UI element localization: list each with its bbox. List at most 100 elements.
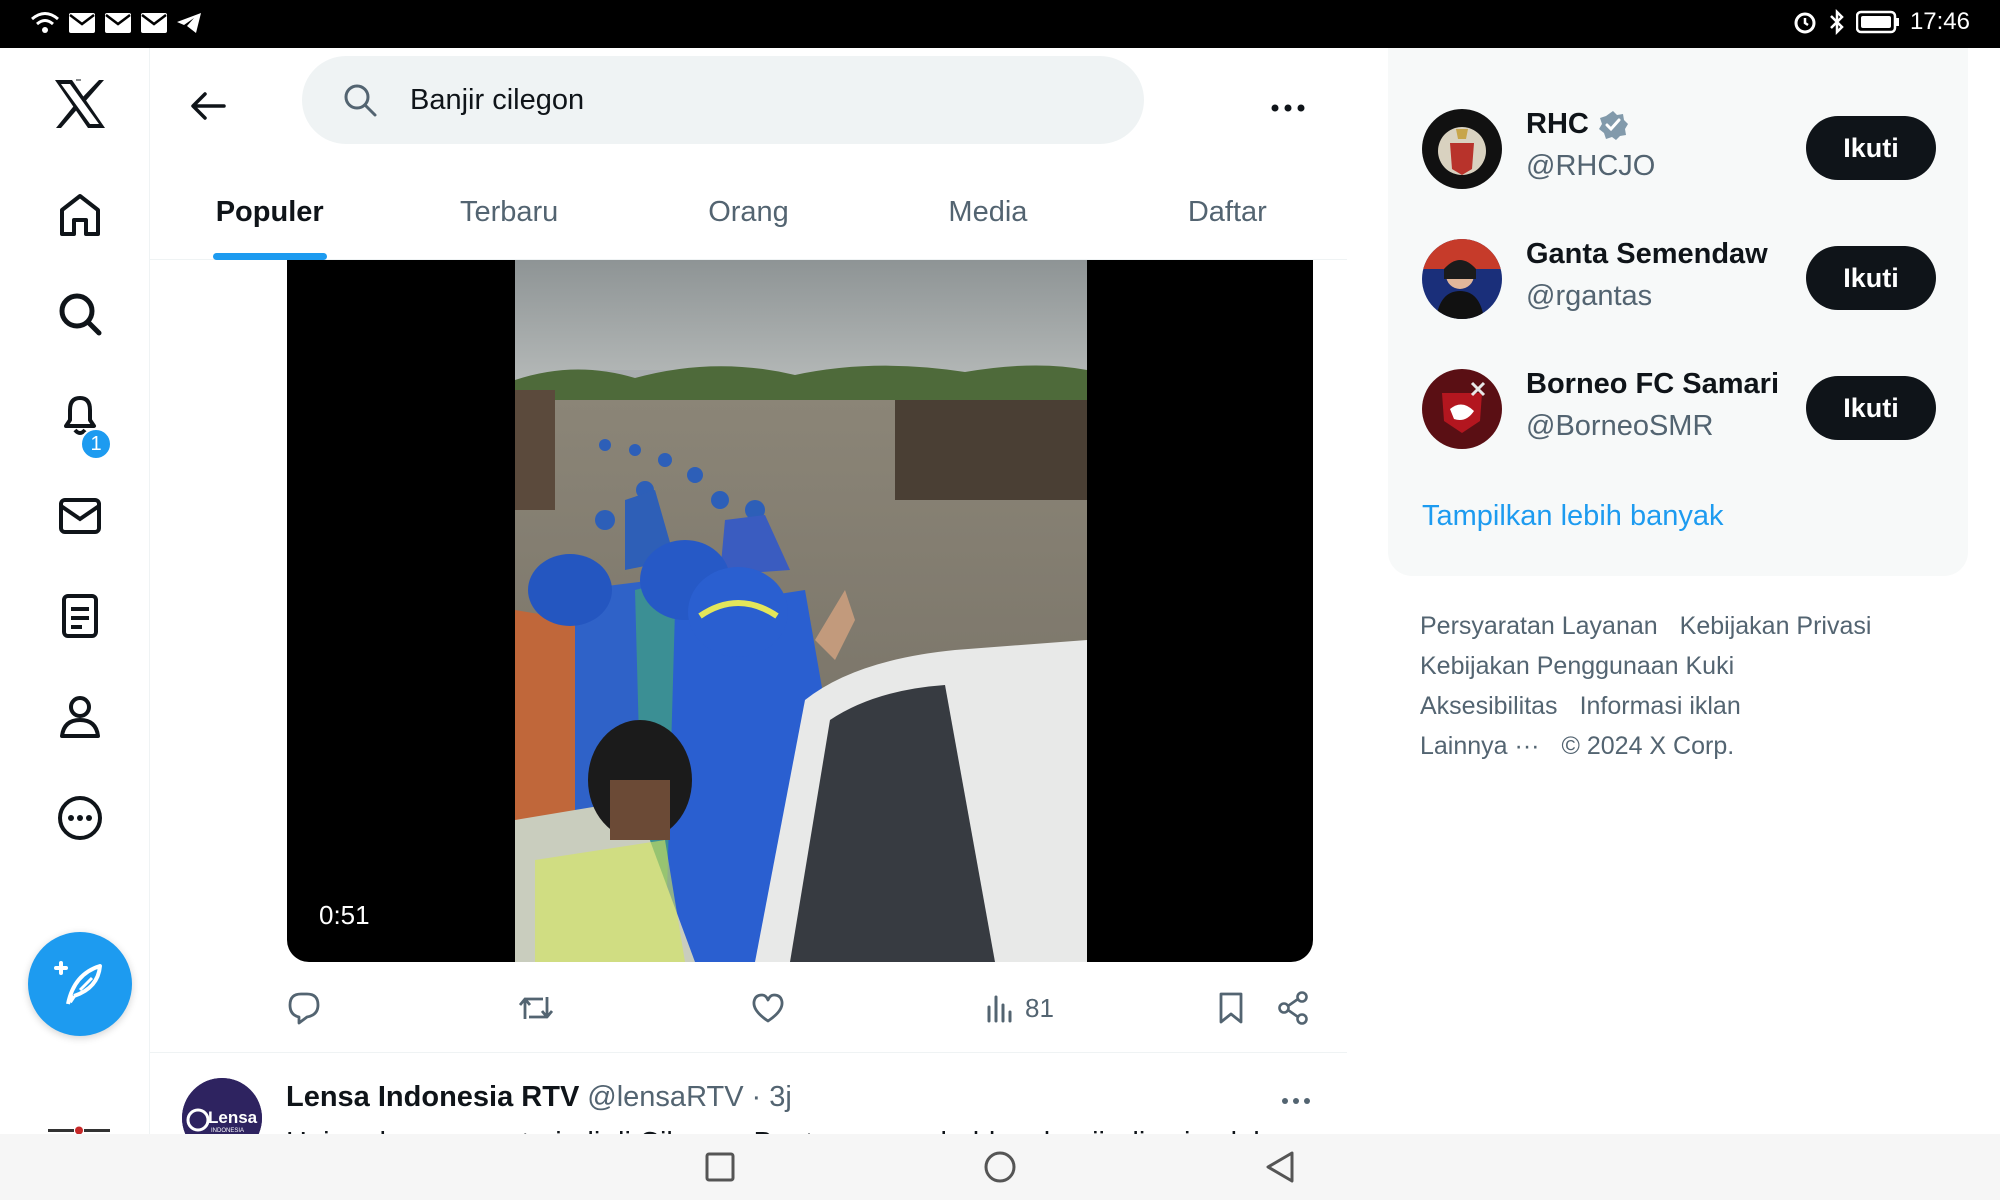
account-name: Borneo FC Samari <box>1526 368 1779 400</box>
like-button[interactable] <box>751 980 785 1036</box>
home-nav-button[interactable] <box>960 1134 1040 1200</box>
views-chart-icon <box>987 995 1012 1023</box>
x-logo-icon[interactable] <box>40 64 120 144</box>
avatar[interactable] <box>1422 239 1502 319</box>
meta-separator: · <box>751 1081 762 1113</box>
follow-suggestion[interactable]: Borneo FC Samari @BorneoSMR Ikuti <box>1422 364 1952 454</box>
avatar-brand-text: Lensa <box>208 1108 258 1127</box>
who-to-follow-panel: RHC @RHCJO Ikuti Ganta Semendaw @rgantas… <box>1388 48 1968 576</box>
more-icon[interactable] <box>40 778 120 858</box>
profile-icon[interactable] <box>40 676 120 756</box>
active-tab-indicator <box>212 253 327 260</box>
reply-button[interactable] <box>287 980 321 1036</box>
account-name: RHC <box>1526 108 1629 141</box>
repost-icon <box>518 997 554 1019</box>
tab-terbaru[interactable]: Terbaru <box>389 164 628 260</box>
back-triangle-icon <box>1266 1151 1294 1183</box>
repost-button[interactable] <box>517 980 555 1036</box>
status-bar: 17:46 <box>0 0 2000 48</box>
wifi-icon <box>31 12 59 33</box>
heart-icon <box>752 993 784 1023</box>
footer-link-accessibility[interactable]: Aksesibilitas <box>1420 692 1558 720</box>
footer-link-cookies[interactable]: Kebijakan Penggunaan Kuki <box>1420 652 1734 680</box>
follow-button[interactable]: Ikuti <box>1806 246 1936 310</box>
tab-label: Populer <box>215 195 324 228</box>
tab-label: Media <box>948 195 1028 228</box>
back-button[interactable] <box>180 78 236 134</box>
home-circle-icon <box>984 1151 1016 1183</box>
mail-icon <box>69 13 95 33</box>
tab-daftar[interactable]: Daftar <box>1108 164 1347 260</box>
avatar[interactable] <box>1422 109 1502 189</box>
more-horizontal-icon <box>1282 1098 1310 1104</box>
footer-link-terms[interactable]: Persyaratan Layanan <box>1420 612 1658 640</box>
footer-copyright: © 2024 X Corp. <box>1561 732 1735 760</box>
mail-icon <box>105 13 131 33</box>
tweet-time[interactable]: 3j <box>769 1081 792 1114</box>
search-options-button[interactable] <box>1260 80 1316 136</box>
tweet-more-button[interactable] <box>1272 1081 1320 1121</box>
notification-badge: 1 <box>80 428 112 460</box>
footer-link-more[interactable]: Lainnya ··· <box>1420 732 1540 760</box>
tab-populer[interactable]: Populer <box>150 164 389 260</box>
bluetooth-icon <box>1830 9 1844 35</box>
video-thumbnail-flood <box>515 260 1087 962</box>
video-duration: 0:51 <box>319 900 370 930</box>
search-query: Banjir cilegon <box>410 83 585 116</box>
bookmark-icon <box>1219 992 1243 1024</box>
footer-link-ads-info[interactable]: Informasi iklan <box>1580 692 1741 720</box>
sidebar-nav: 1 <box>0 48 150 1135</box>
back-nav-button[interactable] <box>1240 1134 1320 1200</box>
avatar[interactable] <box>1422 369 1502 449</box>
account-name-text: RHC <box>1526 108 1589 140</box>
account-handle: @RHCJO <box>1526 150 1656 182</box>
search-icon <box>340 80 380 120</box>
tab-orang[interactable]: Orang <box>629 164 868 260</box>
compose-post-button[interactable] <box>28 932 132 1036</box>
author-handle[interactable]: @lensaRTV <box>587 1081 743 1114</box>
mail-icon <box>141 13 167 33</box>
follow-suggestion[interactable]: RHC @RHCJO Ikuti <box>1422 104 1952 194</box>
share-icon <box>1278 991 1308 1025</box>
system-navigation-bar <box>0 1134 2000 1200</box>
account-handle: @rgantas <box>1526 280 1653 312</box>
status-right-icons: 17:46 <box>1792 8 1970 36</box>
home-icon[interactable] <box>40 174 120 254</box>
author-name[interactable]: Lensa Indonesia RTV <box>286 1081 579 1114</box>
back-arrow-icon <box>191 92 226 120</box>
telegram-icon <box>177 13 201 33</box>
follow-button[interactable]: Ikuti <box>1806 376 1936 440</box>
account-handle: @BorneoSMR <box>1526 410 1714 442</box>
tweet-actions: 81 <box>287 980 1313 1036</box>
messages-icon[interactable] <box>40 476 120 556</box>
share-button[interactable] <box>1277 980 1309 1036</box>
views-count: 81 <box>1025 992 1054 1023</box>
reply-icon <box>288 992 320 1025</box>
status-left-icons <box>30 10 202 36</box>
more-horizontal-icon <box>1271 104 1305 112</box>
recents-square-icon <box>705 1152 735 1182</box>
tweet-item[interactable]: Lensa INDONESIA Lensa Indonesia RTV @len… <box>150 1053 1347 1135</box>
status-time: 17:46 <box>1909 8 1970 35</box>
footer-links: Persyaratan Layanan Kebijakan Privasi Keb… <box>1420 606 1940 766</box>
avatar[interactable]: Lensa INDONESIA <box>182 1078 262 1135</box>
recents-button[interactable] <box>680 1134 760 1200</box>
tweet-header: Lensa Indonesia RTV @lensaRTV · 3j <box>286 1081 792 1114</box>
search-tabs: Populer Terbaru Orang Media Daftar <box>150 164 1347 260</box>
footer-link-privacy[interactable]: Kebijakan Privasi <box>1680 612 1872 640</box>
tab-label: Terbaru <box>459 195 559 228</box>
follow-button[interactable]: Ikuti <box>1806 116 1936 180</box>
views-button[interactable]: 81 <box>985 980 1054 1036</box>
lists-icon[interactable] <box>40 576 120 656</box>
tab-media[interactable]: Media <box>868 164 1107 260</box>
verified-badge-icon <box>1598 110 1628 140</box>
tweet-video-player[interactable]: 0:51 <box>287 260 1313 962</box>
bookmark-button[interactable] <box>1217 980 1245 1036</box>
account-name: Ganta Semendaw <box>1526 238 1768 270</box>
follow-suggestion[interactable]: Ganta Semendaw @rgantas Ikuti <box>1422 234 1952 324</box>
show-more-link[interactable]: Tampilkan lebih banyak <box>1422 500 1723 533</box>
battery-icon <box>1855 10 1899 34</box>
search-header: Banjir cilegon Populer Terbaru Orang Med… <box>150 48 1347 260</box>
search-input[interactable]: Banjir cilegon <box>302 56 1144 144</box>
search-icon[interactable] <box>40 274 120 354</box>
